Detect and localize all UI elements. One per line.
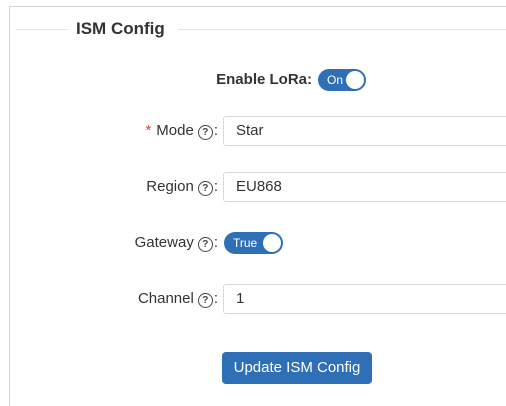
- gateway-label-text: Gateway: [134, 234, 194, 251]
- config-panel: [9, 6, 506, 406]
- question-circle-icon[interactable]: ?: [197, 181, 213, 196]
- mode-label: * Mode?:: [145, 121, 218, 141]
- channel-label: Channel?:: [138, 289, 218, 309]
- enable-lora-toggle-text: On: [327, 73, 344, 87]
- section-title: ISM Config: [76, 19, 165, 38]
- region-label-colon: :: [213, 178, 218, 195]
- toggle-knob: [263, 234, 281, 252]
- region-label: Region?:: [146, 177, 218, 197]
- question-circle-icon[interactable]: ?: [197, 293, 213, 308]
- channel-input[interactable]: 1: [223, 284, 506, 314]
- question-circle-icon[interactable]: ?: [197, 237, 213, 252]
- gateway-toggle-text: True: [233, 236, 258, 250]
- gateway-toggle[interactable]: True: [224, 232, 283, 254]
- mode-label-colon: :: [213, 122, 218, 139]
- mode-label-text: Mode: [156, 122, 194, 139]
- gateway-label-colon: :: [213, 234, 218, 251]
- mode-select[interactable]: Star: [223, 116, 506, 146]
- channel-label-text: Channel: [137, 290, 194, 307]
- enable-lora-toggle[interactable]: On: [318, 69, 366, 91]
- enable-lora-label-text: Enable LoRa:: [216, 71, 312, 88]
- section-divider-left: [16, 29, 68, 30]
- toggle-knob: [346, 71, 364, 89]
- region-select[interactable]: EU868: [223, 172, 506, 202]
- region-label-text: Region: [146, 178, 194, 195]
- enable-lora-label: Enable LoRa:: [216, 70, 312, 90]
- required-mark: *: [145, 122, 152, 139]
- update-ism-config-button[interactable]: Update ISM Config: [222, 352, 372, 384]
- section-divider-right: [178, 29, 506, 30]
- gateway-label: Gateway?:: [135, 233, 218, 253]
- channel-label-colon: :: [213, 290, 218, 307]
- question-circle-icon[interactable]: ?: [197, 125, 213, 140]
